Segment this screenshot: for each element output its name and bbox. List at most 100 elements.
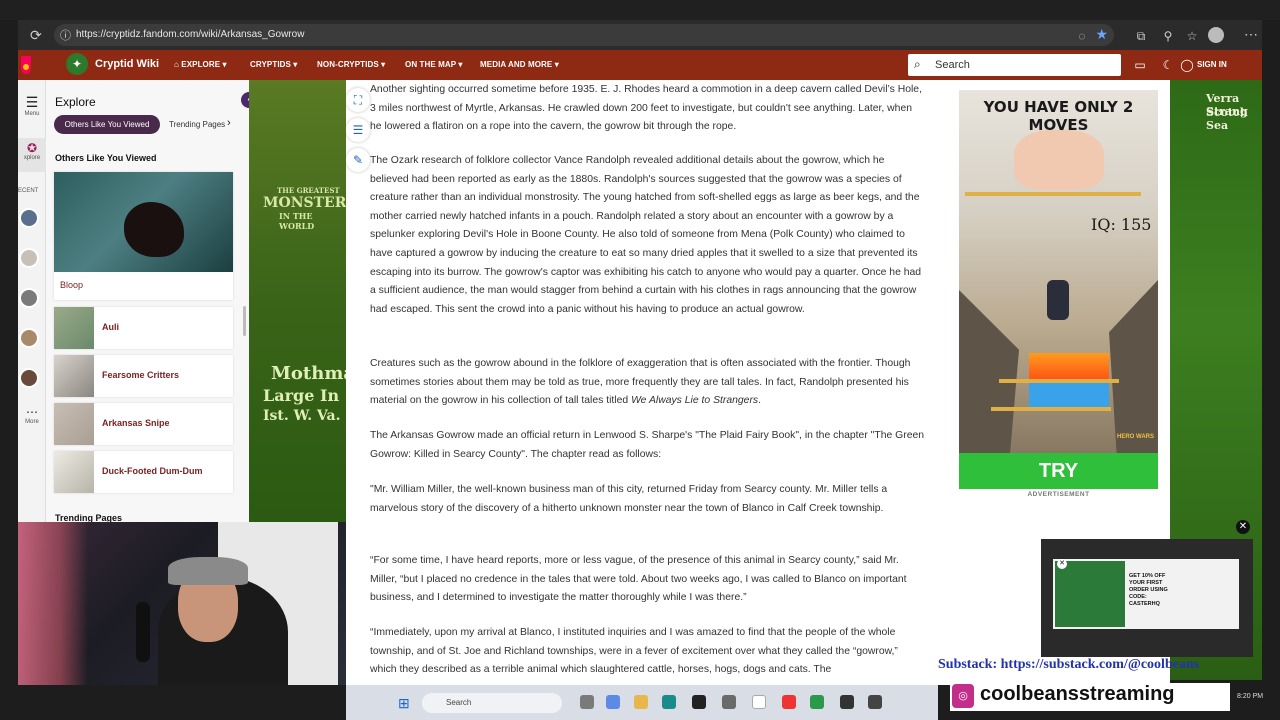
taskbar-app-icon[interactable] [840,695,854,709]
webcam-overlay [18,522,346,685]
edit-pencil-icon[interactable]: ✎ [346,148,370,172]
ad-pin [999,379,1119,383]
nav-on-the-map[interactable]: ON THE MAP ▾ [405,60,463,69]
nav-on-the-map-label: ON THE MAP [405,60,457,69]
youtube-icon[interactable] [782,695,796,709]
explore-title: Explore [55,95,96,109]
taskbar-app-icon[interactable] [868,695,882,709]
video-ad-product [1055,561,1125,627]
nav-explore-label: EXPLORE [181,60,221,69]
site-name[interactable]: Cryptid Wiki [95,58,159,70]
nav-non-cryptids[interactable]: NON-CRYPTIDS ▾ [317,60,385,69]
recent-page-thumb[interactable] [19,288,39,308]
explore-rail-button[interactable]: ✪ xplore [18,138,46,172]
taskbar-app-icon[interactable] [810,695,824,709]
nav-cryptids[interactable]: CRYPTIDS ▾ [250,60,297,69]
nav-media-and-more[interactable]: MEDIA AND MORE ▾ [480,60,559,69]
profile-avatar[interactable] [1208,27,1224,43]
webcam-microphone [136,602,150,662]
bg-text: Large In [263,386,340,405]
explore-sidebar: Explore ‹ Others Like You Viewed Trendin… [46,80,257,522]
discussions-icon[interactable]: ▭ [1133,58,1147,72]
folder-icon[interactable] [634,695,648,709]
taskbar-search[interactable]: Search [422,693,562,713]
list-item[interactable]: Duck-Footed Dum-Dum [54,451,233,493]
reader-icon[interactable]: ◌ [1074,28,1090,44]
more-dots-icon: ⋯ [26,405,38,419]
user-icon[interactable]: ◯ [1180,58,1194,72]
paragraph-end: . [758,395,762,407]
ad-iq: IQ: 155 [1091,215,1152,234]
background-art-left: THE GREATEST MONSTERS IN THE WORLD Mothm… [249,80,368,522]
menu-label: Menu [24,111,40,117]
list-item[interactable]: Auli [54,307,233,349]
ad-water [1029,383,1109,407]
taskbar-app-icon[interactable] [692,695,706,709]
table-of-contents-icon[interactable]: ☰ [346,118,370,142]
recent-page-thumb[interactable] [19,368,39,388]
featured-card-label: Bloop [60,280,84,290]
bookmark-star-icon[interactable]: ★ [1095,26,1108,43]
instagram-icon: ◎ [952,684,974,708]
taskbar-app-icon[interactable] [722,695,736,709]
menu-button[interactable]: ☰ Menu [18,94,46,117]
video-ad-promo: GET 10% OFF YOUR FIRST ORDER USING CODE:… [1129,573,1168,607]
address-bar[interactable]: ⓘ https://cryptidz.fandom.com/wiki/Arkan… [54,24,1114,46]
nav-explore[interactable]: ⌂ EXPLORE ▾ [174,60,227,69]
book-title: We Always Lie to Strangers [631,395,759,407]
section-heading: Others Like You Viewed [55,153,157,163]
recent-page-thumb[interactable] [19,248,39,268]
duck-footed-dum-dum-thumb [54,451,94,493]
taskbar-app-icon[interactable] [752,695,766,709]
instagram-overlay: ◎ coolbeansstreaming [950,683,1230,711]
ad-pin [965,192,1141,196]
instagram-handle: coolbeansstreaming [980,683,1175,705]
tab-others-like-you-viewed[interactable]: Others Like You Viewed [54,115,160,134]
fearsome-critters-thumb [54,355,94,397]
bigfoot-logo-icon[interactable]: ✦ [66,53,88,75]
reload-icon[interactable]: ⟳ [30,27,46,43]
fandom-logo-icon[interactable] [18,54,34,76]
recent-page-thumb[interactable] [19,208,39,228]
sign-in-link[interactable]: SIGN IN [1197,60,1227,69]
site-info-icon[interactable]: ⓘ [60,27,74,42]
featured-card[interactable]: Bloop [54,172,233,300]
more-button[interactable]: ⋯ More [18,405,46,425]
os-top-strip [0,0,1280,20]
explore-rail-label: xplore [23,155,41,161]
search-icon: ⌕ [914,57,921,71]
video-ad[interactable]: ✕ GET 10% OFF YOUR FIRST ORDER USING COD… [1041,539,1253,657]
favorites-icon[interactable]: ☆ [1184,28,1200,44]
windows-start-icon[interactable]: ⊞ [398,695,410,712]
recent-page-thumb[interactable] [19,328,39,348]
taskbar-app-icon[interactable] [606,695,620,709]
tab-trending-pages[interactable]: Trending Pages [169,115,235,134]
extensions-icon[interactable]: ⧉ [1133,28,1149,44]
dark-mode-icon[interactable]: ☾ [1161,58,1175,72]
taskbar-app-icon[interactable] [580,695,594,709]
chevron-right-icon[interactable]: › [227,117,231,129]
game-ad[interactable]: YOU HAVE ONLY 2 MOVES IQ: 155 HERO WARS … [959,90,1158,489]
ad-pin [991,407,1111,411]
browser-toolbar: ⟳ ⓘ https://cryptidz.fandom.com/wiki/Ark… [18,20,1262,50]
browser-menu-icon[interactable]: ⋯ [1244,26,1258,43]
search-input[interactable]: ⌕ Search [908,54,1121,76]
bg-text: Scotch Sea [1206,106,1248,132]
video-ad-close-icon[interactable]: ✕ [1057,559,1067,569]
split-screen-icon[interactable]: ⚲ [1160,28,1176,44]
fullscreen-icon[interactable]: ⛶ [346,88,370,112]
webcam-cap [168,557,248,585]
paragraph: “Immediately, upon my arrival at Blanco,… [370,627,898,676]
sidebar-scrollbar[interactable] [243,306,246,336]
article-body: ⛶ ☰ ✎ Another sighting occurred sometime… [346,80,938,685]
list-item-label: Duck-Footed Dum-Dum [102,466,203,476]
ad-hero-figure [1047,280,1069,320]
close-icon[interactable]: ✕ [1236,520,1250,534]
edge-browser-icon[interactable] [662,695,676,709]
paragraph: "Mr. William Miller, the well-known busi… [370,484,888,514]
list-item[interactable]: Fearsome Critters [54,355,233,397]
bloop-image [54,172,233,272]
paragraph: The Ozark research of folklore collector… [370,155,922,315]
list-item[interactable]: Arkansas Snipe [54,403,233,445]
ad-try-button[interactable]: TRY [959,453,1158,489]
